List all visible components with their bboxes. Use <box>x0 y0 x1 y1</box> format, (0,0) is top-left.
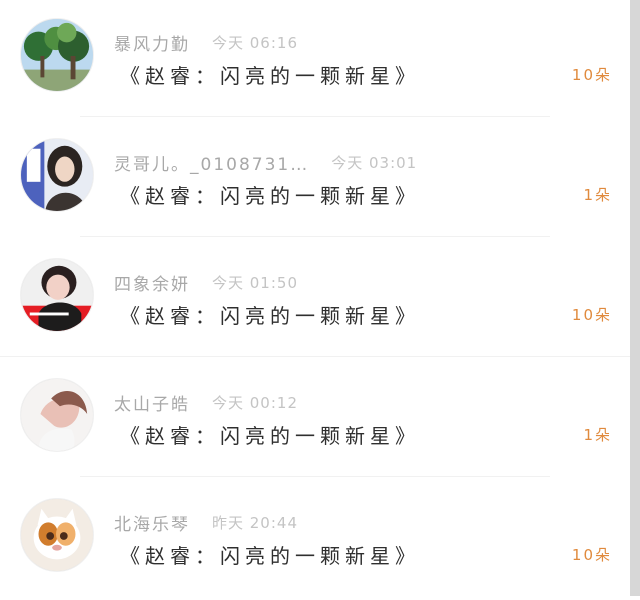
timestamp: 今天 01:50 <box>212 273 298 292</box>
list-item[interactable]: 四象余妍 今天 01:50 《赵睿：闪亮的一颗新星》 10朵 <box>0 240 630 360</box>
list-item[interactable]: 太山子皓 今天 00:12 《赵睿：闪亮的一颗新星》 1朵 <box>0 360 630 480</box>
item-meta: 太山子皓 今天 00:12 <box>114 390 298 415</box>
timestamp: 今天 00:12 <box>212 393 298 412</box>
gift-record-list: 暴风力勤 今天 06:16 《赵睿：闪亮的一颗新星》 10朵 灵哥儿。_0108… <box>0 0 630 596</box>
avatar[interactable] <box>20 258 94 332</box>
gift-count: 1朵 <box>583 186 612 204</box>
timestamp: 今天 03:01 <box>331 153 418 172</box>
avatar[interactable] <box>20 18 94 92</box>
list-item[interactable]: 暴风力勤 今天 06:16 《赵睿：闪亮的一颗新星》 10朵 <box>0 0 630 120</box>
username[interactable]: 太山子皓 <box>114 390 190 415</box>
username[interactable]: 四象余妍 <box>114 270 190 295</box>
trees-avatar-icon <box>21 19 93 91</box>
username[interactable]: 暴风力勤 <box>114 30 190 55</box>
item-meta: 北海乐琴 昨天 20:44 <box>114 510 298 535</box>
divider <box>80 116 550 117</box>
scrollbar-track[interactable] <box>630 0 640 596</box>
avatar[interactable] <box>20 378 94 452</box>
gift-name: 《赵睿：闪亮的一颗新星》 <box>120 424 420 448</box>
cat-avatar-icon <box>21 499 93 571</box>
gift-name: 《赵睿：闪亮的一颗新星》 <box>120 304 420 328</box>
gift-name: 《赵睿：闪亮的一颗新星》 <box>120 64 420 88</box>
item-meta: 四象余妍 今天 01:50 <box>114 270 298 295</box>
list-item[interactable]: 灵哥儿。_0108731… 今天 03:01 《赵睿：闪亮的一颗新星》 1朵 <box>0 120 630 240</box>
gift-name: 《赵睿：闪亮的一颗新星》 <box>120 184 420 208</box>
username[interactable]: 北海乐琴 <box>114 510 190 535</box>
avatar[interactable] <box>20 498 94 572</box>
woman-avatar-icon <box>21 139 93 211</box>
divider <box>80 476 550 477</box>
profile-avatar-icon <box>21 379 93 451</box>
username[interactable]: 灵哥儿。_0108731… <box>114 150 309 175</box>
list-item[interactable]: 北海乐琴 昨天 20:44 《赵睿：闪亮的一颗新星》 10朵 <box>0 480 630 600</box>
gift-count: 10朵 <box>571 306 612 324</box>
timestamp: 昨天 20:44 <box>212 513 298 532</box>
divider <box>0 356 630 357</box>
gift-count: 10朵 <box>571 546 612 564</box>
avatar[interactable] <box>20 138 94 212</box>
item-meta: 暴风力勤 今天 06:16 <box>114 30 298 55</box>
divider <box>80 236 550 237</box>
timestamp: 今天 06:16 <box>212 33 298 52</box>
item-meta: 灵哥儿。_0108731… 今天 03:01 <box>114 150 418 175</box>
gift-count: 1朵 <box>583 426 612 444</box>
gift-name: 《赵睿：闪亮的一颗新星》 <box>120 544 420 568</box>
man-red-avatar-icon <box>21 259 93 331</box>
gift-count: 10朵 <box>571 66 612 84</box>
